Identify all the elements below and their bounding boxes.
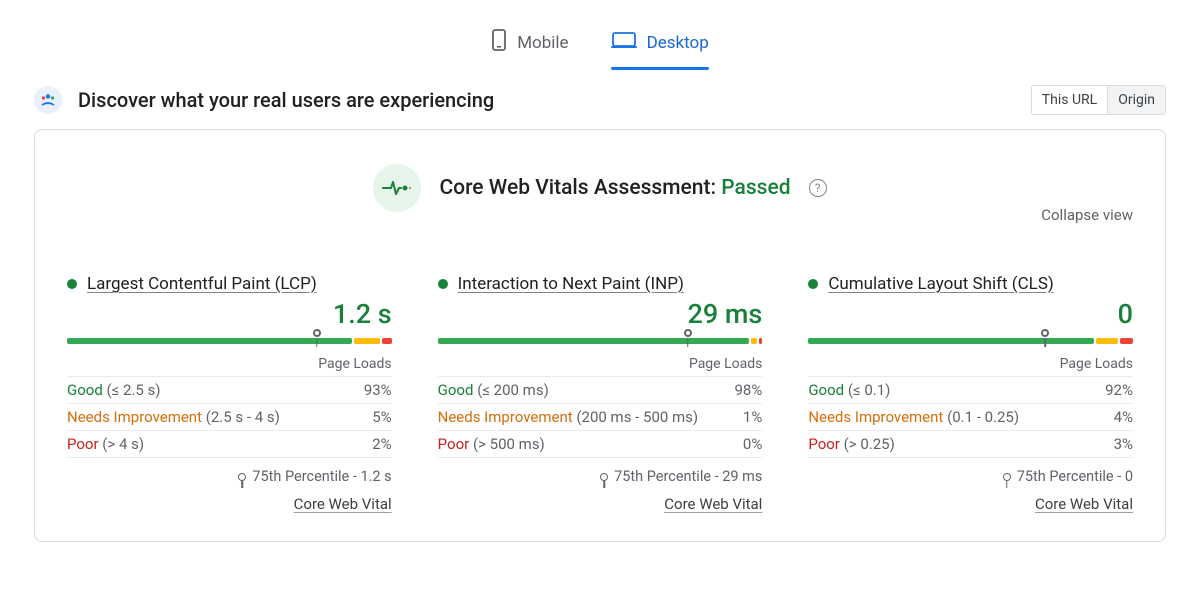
- metric-value: 0: [808, 298, 1133, 330]
- collapse-view-toggle[interactable]: Collapse view: [1041, 206, 1133, 224]
- assessment-status: Passed: [721, 176, 790, 200]
- core-web-vital-link[interactable]: Core Web Vital: [67, 495, 392, 513]
- page-title: Discover what your real users are experi…: [78, 88, 1031, 112]
- tab-desktop-label: Desktop: [647, 33, 709, 53]
- percentile-pin-icon: [238, 473, 246, 481]
- percentile-pin-icon: [600, 473, 608, 481]
- dist-row-good: Good (≤ 2.5 s) 93%: [67, 377, 392, 404]
- vitals-heartbeat-icon: [373, 164, 421, 212]
- desktop-icon: [611, 30, 637, 55]
- bar-poor-segment: [382, 338, 392, 344]
- vitals-panel: Core Web Vitals Assessment: Passed ? Col…: [34, 129, 1166, 542]
- bar-ni-segment: [354, 338, 380, 344]
- assessment-text: Core Web Vitals Assessment: Passed: [439, 176, 790, 200]
- distribution-bar: [67, 338, 392, 344]
- scope-this-url[interactable]: This URL: [1032, 86, 1107, 114]
- distribution-bar: [808, 338, 1133, 344]
- dist-row-ni: Needs Improvement (2.5 s - 4 s) 5%: [67, 404, 392, 431]
- dist-row-good: Good (≤ 200 ms) 98%: [438, 377, 763, 404]
- help-icon[interactable]: ?: [809, 179, 827, 197]
- assessment-row: Core Web Vitals Assessment: Passed ?: [67, 164, 1133, 212]
- status-dot-icon: [808, 279, 818, 289]
- metric-card: Interaction to Next Paint (INP) 29 ms Pa…: [438, 274, 763, 513]
- dist-row-poor: Poor (> 4 s) 2%: [67, 431, 392, 458]
- page-loads-label: Page Loads: [67, 356, 392, 377]
- bar-ni-segment: [1096, 338, 1118, 344]
- status-dot-icon: [67, 279, 77, 289]
- status-dot-icon: [438, 279, 448, 289]
- tab-mobile[interactable]: Mobile: [491, 28, 568, 67]
- metric-value: 1.2 s: [67, 298, 392, 330]
- percentile-row: 75th Percentile - 0: [808, 468, 1133, 485]
- core-web-vital-link[interactable]: Core Web Vital: [808, 495, 1133, 513]
- page-loads-label: Page Loads: [438, 356, 763, 377]
- scope-origin[interactable]: Origin: [1107, 86, 1165, 114]
- distribution-bar: [438, 338, 763, 344]
- core-web-vital-link[interactable]: Core Web Vital: [438, 495, 763, 513]
- metric-name-link[interactable]: Largest Contentful Paint (LCP): [87, 274, 317, 294]
- dist-row-good: Good (≤ 0.1) 92%: [808, 377, 1133, 404]
- header-row: Discover what your real users are experi…: [0, 75, 1200, 129]
- scope-toggle: This URL Origin: [1031, 85, 1166, 115]
- tab-mobile-label: Mobile: [517, 33, 568, 53]
- percentile-pin-icon: [1003, 473, 1011, 481]
- metric-card: Cumulative Layout Shift (CLS) 0 Page Loa…: [808, 274, 1133, 513]
- percentile-text: 75th Percentile - 1.2 s: [252, 468, 391, 485]
- bar-ni-segment: [751, 338, 757, 344]
- metric-name-link[interactable]: Cumulative Layout Shift (CLS): [828, 274, 1054, 294]
- percentile-row: 75th Percentile - 1.2 s: [67, 468, 392, 485]
- bar-poor-segment: [759, 338, 762, 344]
- dist-row-poor: Poor (> 0.25) 3%: [808, 431, 1133, 458]
- assessment-label: Core Web Vitals Assessment:: [439, 176, 716, 200]
- page-loads-label: Page Loads: [808, 356, 1133, 377]
- percentile-row: 75th Percentile - 29 ms: [438, 468, 763, 485]
- bar-poor-segment: [1120, 338, 1133, 344]
- percentile-text: 75th Percentile - 0: [1017, 468, 1133, 485]
- percentile-text: 75th Percentile - 29 ms: [614, 468, 762, 485]
- dist-row-ni: Needs Improvement (0.1 - 0.25) 4%: [808, 404, 1133, 431]
- users-icon: [34, 86, 62, 114]
- metric-card: Largest Contentful Paint (LCP) 1.2 s Pag…: [67, 274, 392, 513]
- percentile-marker-icon: [1041, 329, 1049, 337]
- tab-desktop[interactable]: Desktop: [611, 28, 709, 67]
- percentile-marker-icon: [684, 329, 692, 337]
- bar-good-segment: [808, 338, 1093, 344]
- metrics-grid: Largest Contentful Paint (LCP) 1.2 s Pag…: [67, 274, 1133, 513]
- device-tabs: Mobile Desktop: [0, 0, 1200, 75]
- bar-good-segment: [67, 338, 352, 344]
- metric-name-link[interactable]: Interaction to Next Paint (INP): [458, 274, 684, 294]
- metric-value: 29 ms: [438, 298, 763, 330]
- dist-row-ni: Needs Improvement (200 ms - 500 ms) 1%: [438, 404, 763, 431]
- mobile-icon: [491, 28, 507, 57]
- dist-row-poor: Poor (> 500 ms) 0%: [438, 431, 763, 458]
- bar-good-segment: [438, 338, 749, 344]
- percentile-marker-icon: [313, 329, 321, 337]
